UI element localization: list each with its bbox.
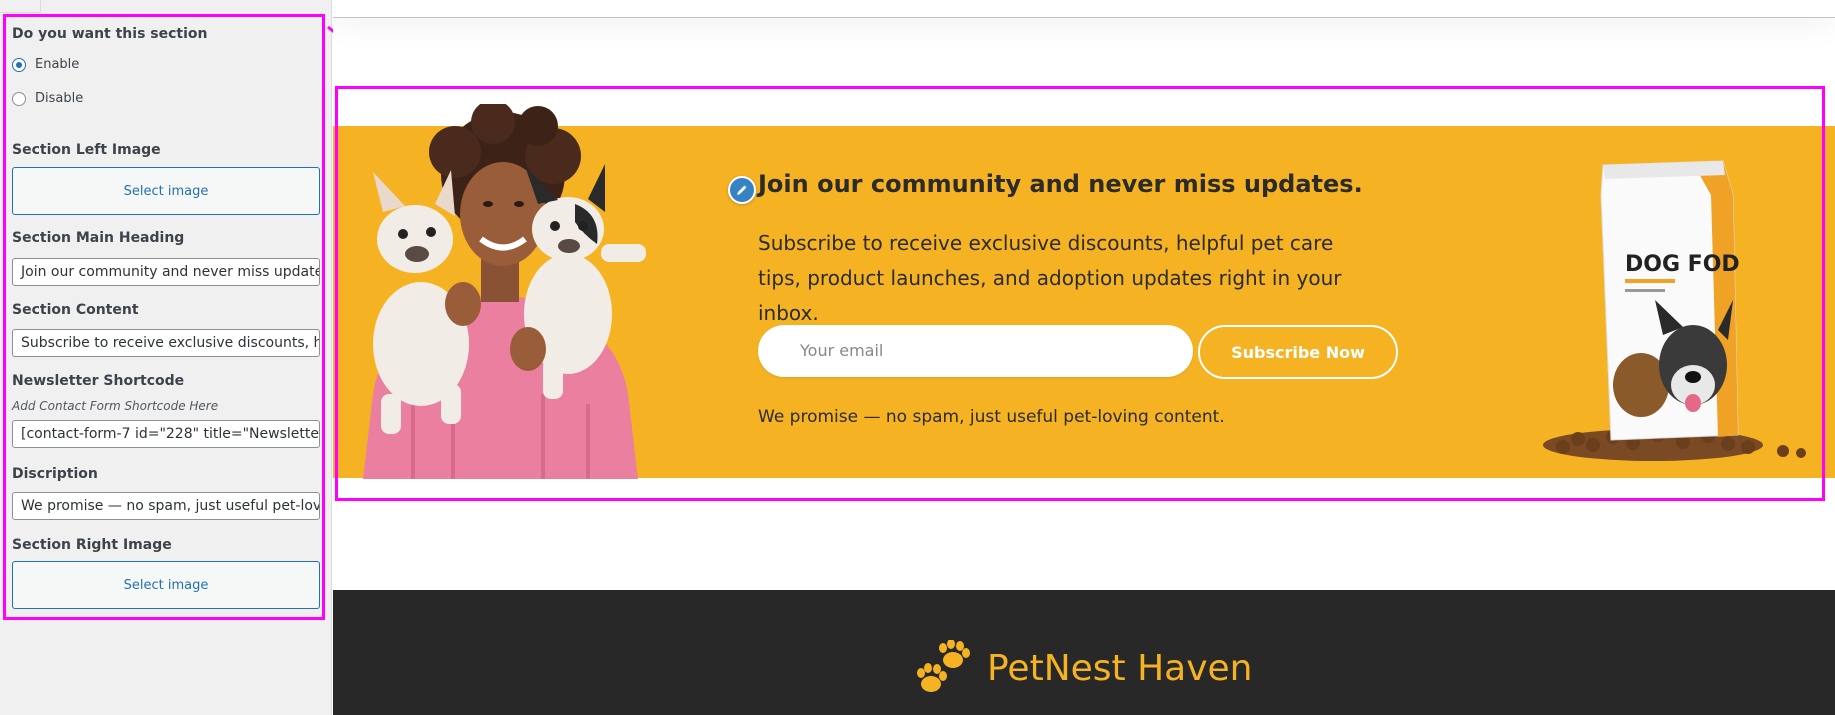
- paw-logo-icon: [917, 640, 970, 692]
- radio-disable-control[interactable]: [12, 91, 26, 106]
- right-image-title: Section Right Image: [12, 537, 172, 553]
- newsletter-shortcode-description: Add Contact Form Shortcode Here: [12, 399, 219, 413]
- content-title: Section Content: [12, 302, 139, 318]
- site-header-edge: [333, 0, 1835, 18]
- newsletter-email-input[interactable]: Your email: [758, 325, 1193, 377]
- newsletter-shortcode-input[interactable]: [contact-form-7 id="228" title="Newslett…: [12, 420, 320, 448]
- radio-enable[interactable]: Enable: [12, 57, 79, 72]
- content-input[interactable]: Subscribe to receive exclusive discounts…: [12, 329, 320, 357]
- section-toggle-title: Do you want this section: [12, 26, 208, 42]
- footer-brand-name: PetNest Haven: [987, 647, 1253, 689]
- newsletter-description: We promise — no spam, just useful pet-lo…: [758, 407, 1225, 427]
- radio-disable[interactable]: Disable: [12, 91, 83, 106]
- description-title: Discription: [12, 466, 98, 482]
- edit-pencil-icon[interactable]: [728, 176, 756, 204]
- main-heading-input[interactable]: Join our community and never miss update…: [12, 258, 320, 286]
- left-image-select-button[interactable]: Select image: [12, 167, 320, 215]
- footer-brand[interactable]: PetNest Haven: [913, 640, 1252, 696]
- subscribe-now-button[interactable]: Subscribe Now: [1198, 325, 1398, 379]
- customizer-sidebar: Do you want this section Enable Disable …: [0, 0, 332, 715]
- left-section-image: [363, 104, 646, 479]
- newsletter-shortcode-title: Newsletter Shortcode: [12, 373, 185, 389]
- newsletter-content: Subscribe to receive exclusive discounts…: [758, 231, 1342, 325]
- radio-enable-label: Enable: [35, 57, 80, 72]
- sidebar-top-tab: [0, 0, 41, 13]
- site-preview: Join our community and never miss update…: [333, 0, 1835, 715]
- bag-brand-text: DOG FOD: [1625, 252, 1740, 277]
- pencil-icon: [737, 185, 747, 195]
- site-footer: PetNest Haven: [333, 590, 1835, 715]
- newsletter-heading: Join our community and never miss update…: [758, 170, 1363, 198]
- description-input[interactable]: We promise — no spam, just useful pet-lo…: [12, 492, 320, 520]
- right-section-image: DOG FOD: [1543, 160, 1806, 461]
- main-heading-title: Section Main Heading: [12, 230, 185, 246]
- radio-enable-control[interactable]: [12, 57, 26, 72]
- right-image-select-button[interactable]: Select image: [12, 561, 320, 609]
- radio-disable-label: Disable: [35, 91, 84, 106]
- left-image-title: Section Left Image: [12, 142, 161, 158]
